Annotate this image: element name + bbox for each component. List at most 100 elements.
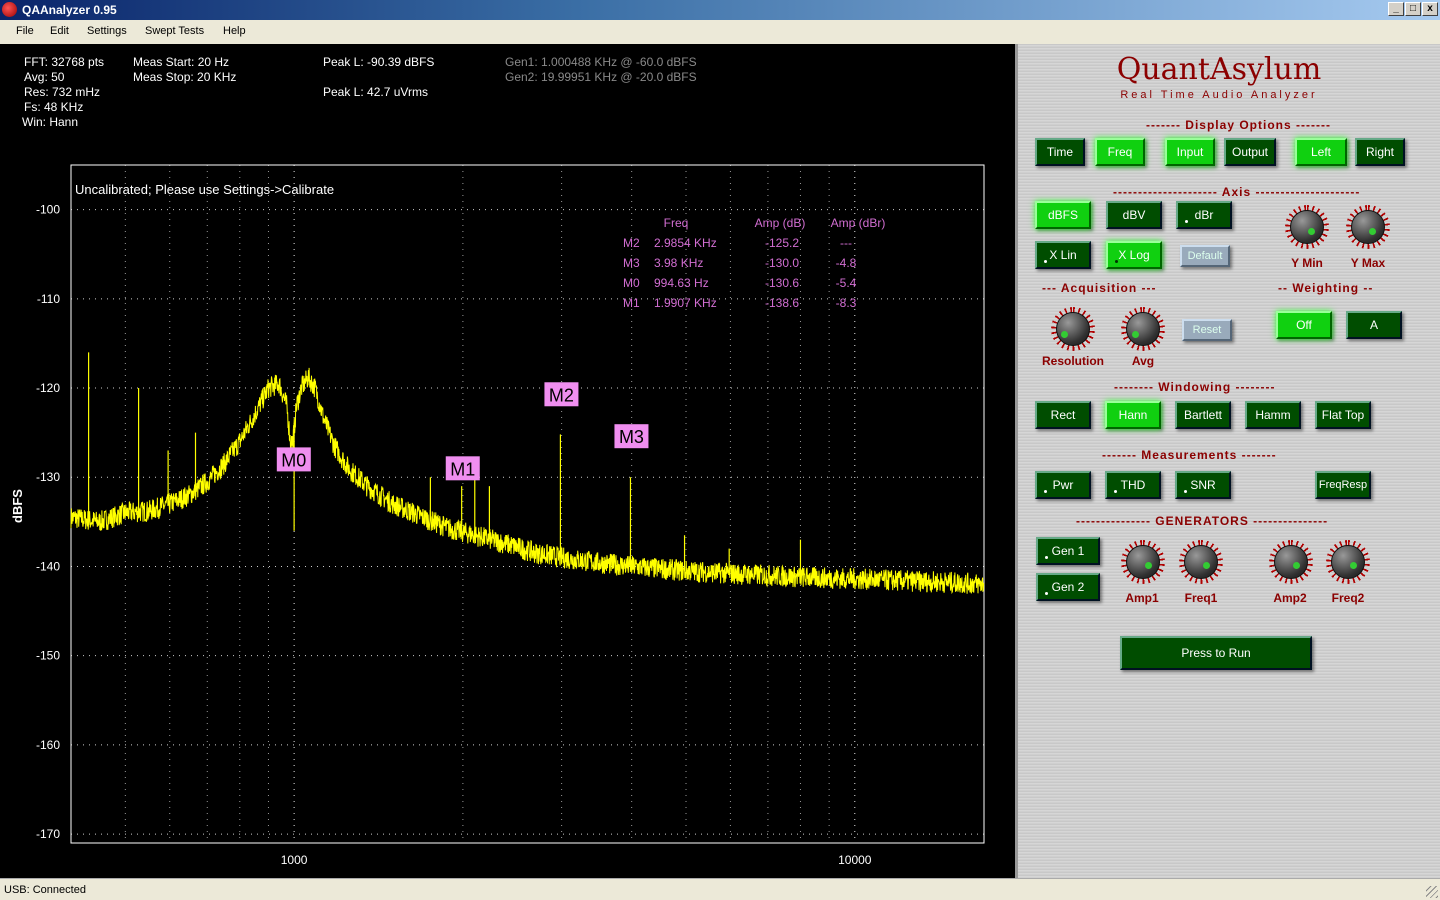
ymax-knob-indicator-icon (1369, 228, 1376, 235)
thd-button[interactable]: THD (1105, 471, 1161, 499)
y-tick-label: -150 (36, 649, 60, 663)
marker-table-cell: -138.6 (765, 296, 799, 310)
spectrum-view: FFT: 32768 pts Avg: 50 Res: 732 mHz Fs: … (0, 44, 1015, 878)
marker-table-cell: -130.6 (765, 276, 799, 290)
dbfs-button[interactable]: dBFS (1035, 201, 1091, 229)
right-button[interactable]: Right (1355, 138, 1405, 166)
gen2-button[interactable]: Gen 2 (1036, 573, 1100, 601)
flat-top-window-button[interactable]: Flat Top (1315, 401, 1371, 429)
y-axis-label: dBFS (10, 489, 25, 523)
resolution-label: Resolution (1042, 354, 1104, 368)
resolution-knob[interactable] (1051, 307, 1095, 351)
ymax-knob[interactable] (1346, 205, 1390, 249)
reset-button[interactable]: Reset (1182, 319, 1232, 341)
x-lin-label: X Lin (1049, 248, 1077, 262)
maximize-button[interactable]: □ (1405, 2, 1421, 16)
menu-bar: File Edit Settings Swept Tests Help (0, 20, 1440, 44)
time-button[interactable]: Time (1035, 138, 1085, 166)
snr-indicator-icon (1184, 490, 1187, 493)
pwr-label: Pwr (1052, 478, 1074, 492)
default-button[interactable]: Default (1180, 245, 1230, 267)
marker-table-cell: M3 (623, 256, 640, 270)
avg-knob[interactable] (1121, 307, 1165, 351)
left-button[interactable]: Left (1295, 138, 1347, 166)
generators-heading: --------------- GENERATORS -------------… (1076, 514, 1329, 528)
windowing-heading: -------- Windowing -------- (1114, 380, 1276, 394)
spectrum-chart: -100 -110 -120 -130 -140 -150 -160 -170 1000 1000… (10, 164, 985, 867)
freq2-knob-indicator-icon (1350, 562, 1357, 569)
freq1-label: Freq1 (1184, 591, 1218, 605)
y-tick-label: -130 (36, 470, 60, 484)
ymax-label: Y Max (1350, 256, 1386, 270)
marker-table-cell: 3.98 KHz (654, 256, 703, 270)
dbv-button[interactable]: dBV (1106, 201, 1162, 229)
axis-heading: --------------------- Axis -------------… (1113, 185, 1361, 199)
x-tick-label: 1000 (281, 853, 308, 867)
x-log-button[interactable]: X Log (1106, 241, 1162, 269)
weighting-off-button[interactable]: Off (1276, 311, 1332, 339)
thd-indicator-icon (1114, 490, 1117, 493)
spectrum-trace (70, 367, 985, 595)
marker-table-header: Freq (664, 216, 689, 230)
gen1-button[interactable]: Gen 1 (1036, 537, 1100, 565)
gen2-label: Gen 2 (1051, 580, 1085, 594)
y-tick-label: -140 (36, 559, 60, 573)
minimize-button[interactable]: _ (1388, 2, 1404, 16)
marker-table-cell: 1.9907 KHz (654, 296, 717, 310)
output-button[interactable]: Output (1224, 138, 1276, 166)
press-to-run-button[interactable]: Press to Run (1120, 636, 1312, 670)
weighting-a-button[interactable]: A (1346, 311, 1402, 339)
resize-grip-icon[interactable] (1426, 886, 1438, 898)
rect-window-button[interactable]: Rect (1035, 401, 1091, 429)
hann-window-button[interactable]: Hann (1105, 401, 1161, 429)
menu-settings[interactable]: Settings (87, 25, 127, 37)
freqresp-button[interactable]: FreqResp (1315, 471, 1371, 499)
brand-tagline: Real Time Audio Analyzer (1120, 89, 1318, 101)
snr-button[interactable]: SNR (1175, 471, 1231, 499)
y-tick-label: -100 (36, 203, 60, 217)
amp1-knob-indicator-icon (1145, 562, 1152, 569)
input-button[interactable]: Input (1165, 138, 1215, 166)
ymin-knob[interactable] (1285, 205, 1329, 249)
freq-button[interactable]: Freq (1095, 138, 1145, 166)
marker-table-cell: -130.0 (765, 256, 799, 270)
close-button[interactable]: x (1422, 2, 1438, 16)
ymin-label: Y Min (1291, 256, 1323, 270)
gen1-indicator-icon (1045, 556, 1048, 559)
marker-table-cell: 994.63 Hz (654, 276, 709, 290)
avg-knob-indicator-icon (1132, 331, 1139, 338)
menu-swept-tests[interactable]: Swept Tests (145, 25, 204, 37)
acquisition-heading: --- Acquisition --- (1042, 281, 1157, 295)
marker-table-header: Amp (dBr) (831, 216, 886, 230)
marker-label: M0 (281, 450, 306, 470)
menu-file[interactable]: File (16, 25, 34, 37)
marker-table-cell: -5.4 (836, 276, 857, 290)
dbr-indicator-icon (1185, 220, 1188, 223)
dbr-button[interactable]: dBr (1176, 201, 1232, 229)
menu-help[interactable]: Help (223, 25, 246, 37)
menu-edit[interactable]: Edit (50, 25, 69, 37)
marker-table-cell: -8.3 (836, 296, 857, 310)
freq1-knob[interactable] (1179, 540, 1223, 584)
gen1-label: Gen 1 (1051, 544, 1085, 558)
pwr-button[interactable]: Pwr (1035, 471, 1091, 499)
freq1-knob-indicator-icon (1203, 562, 1210, 569)
resolution-knob-indicator-icon (1061, 331, 1068, 338)
marker-table-cell: M2 (623, 236, 640, 250)
x-lin-button[interactable]: X Lin (1035, 241, 1091, 269)
hamm-window-button[interactable]: Hamm (1245, 401, 1301, 429)
marker-table-cell: M0 (623, 276, 640, 290)
thd-label: THD (1120, 478, 1146, 492)
window-title: QAAnalyzer 0.95 (22, 3, 117, 17)
usb-status: USB: Connected (4, 884, 86, 896)
app-icon (2, 2, 17, 17)
amp2-knob[interactable] (1269, 540, 1313, 584)
chart-title: Uncalibrated; Please use Settings->Calib… (75, 182, 334, 197)
amp1-knob[interactable] (1121, 540, 1165, 584)
bartlett-window-button[interactable]: Bartlett (1175, 401, 1231, 429)
control-panel: QuantAsylum Real Time Audio Analyzer ---… (1015, 44, 1440, 878)
weighting-heading: -- Weighting -- (1278, 281, 1374, 295)
y-tick-label: -110 (37, 292, 60, 306)
amp2-knob-indicator-icon (1293, 562, 1300, 569)
freq2-knob[interactable] (1326, 540, 1370, 584)
